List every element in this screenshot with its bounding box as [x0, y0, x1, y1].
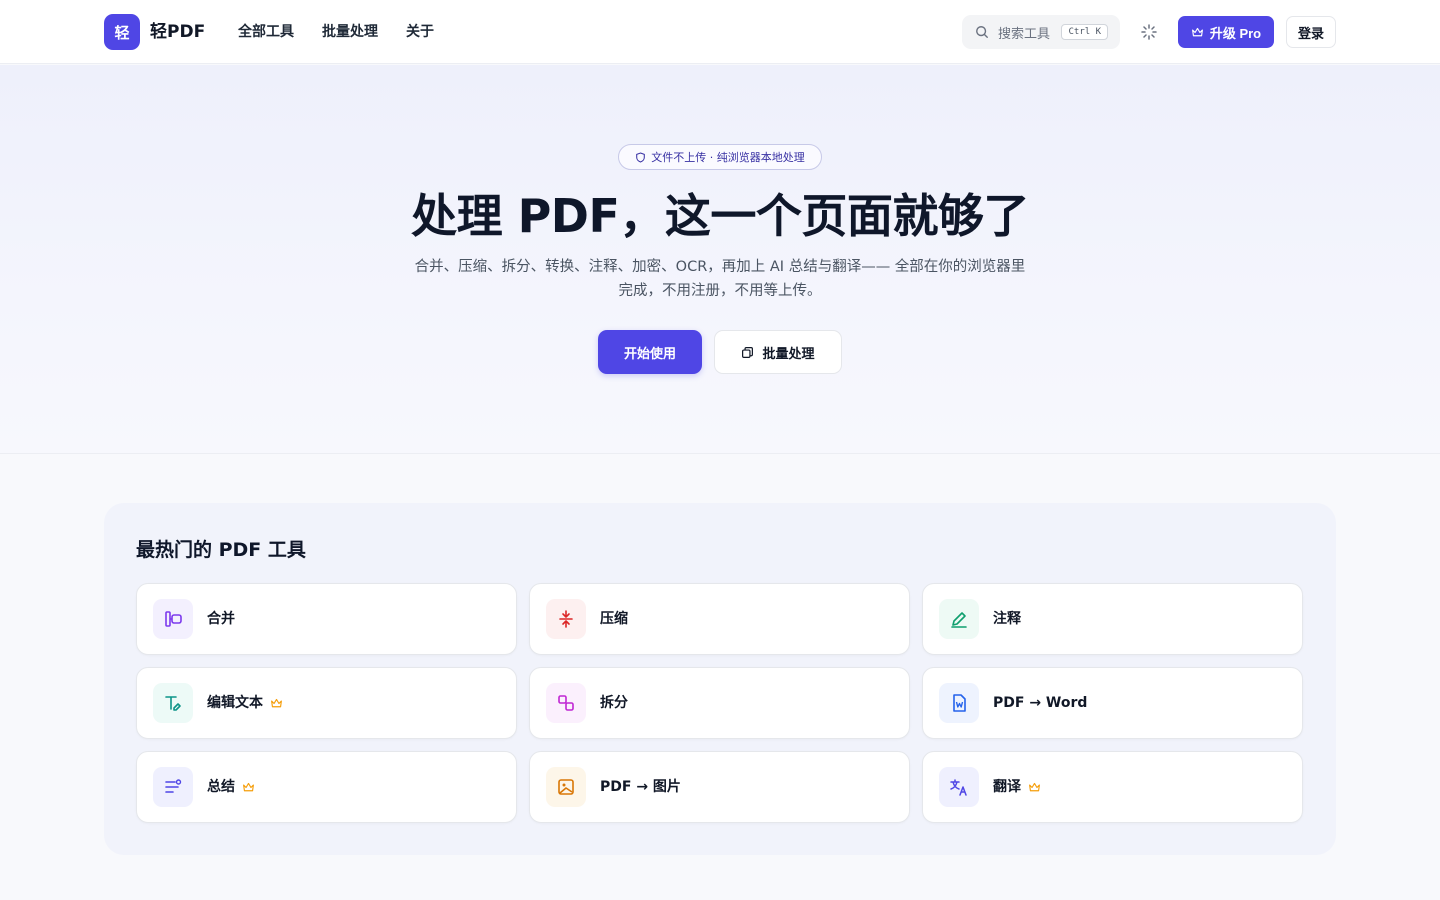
hero-subtitle: 合并、压缩、拆分、转换、注释、加密、OCR，再加上 AI 总结与翻译—— 全部在…: [380, 255, 1060, 303]
hero-subtitle-line2: 完成，不用注册，不用等上传。: [618, 283, 822, 299]
tool-card[interactable]: 编辑文本: [136, 667, 517, 739]
tool-label: 总结: [207, 779, 235, 795]
tool-label: 压缩: [600, 611, 628, 627]
tool-card[interactable]: 合并: [136, 583, 517, 655]
tool-label: 拆分: [600, 695, 628, 711]
tool-label: 编辑文本: [207, 695, 263, 711]
tool-icon-wrap: [546, 683, 586, 723]
tool-card[interactable]: PDF → 图片: [529, 751, 910, 823]
search-shortcut-hint: Ctrl K: [1061, 24, 1108, 40]
tool-label: 注释: [993, 611, 1021, 627]
nav-all-tools[interactable]: 全部工具: [238, 21, 294, 43]
pen-icon: [951, 612, 967, 628]
tools-grid: 合并 压缩 注释编辑文本 拆分 PDF → Word 总结 PDF → 图片 翻译: [136, 583, 1304, 823]
tool-label: 翻译: [993, 779, 1021, 795]
upgrade-pro-button[interactable]: 升级 Pro: [1178, 16, 1274, 48]
tool-label: PDF → 图片: [600, 779, 681, 795]
merge-icon: [165, 611, 182, 627]
shield-icon: [636, 151, 646, 163]
pro-crown-icon: [271, 698, 282, 707]
pro-crown-icon: [1029, 782, 1040, 791]
popular-tools-panel: 最热门的 PDF 工具 合并 压缩 注释编辑文本 拆分 PDF → Word 总结 PDF …: [104, 503, 1336, 855]
hero-subtitle-line1: 合并、压缩、拆分、转换、注释、加密、OCR，再加上 AI 总结与翻译—— 全部在…: [414, 259, 1026, 275]
loading-spinner-icon[interactable]: [1139, 22, 1159, 42]
translate-icon: [950, 779, 967, 796]
split-icon: [558, 695, 574, 711]
tool-card[interactable]: PDF → Word: [922, 667, 1303, 739]
tool-label: PDF → Word: [993, 695, 1088, 711]
tool-card[interactable]: 拆分: [529, 667, 910, 739]
pro-crown-icon: [243, 782, 254, 791]
hero-title: 处理 PDF，这一个页面就够了: [411, 189, 1029, 243]
nav-about[interactable]: 关于: [406, 21, 434, 43]
tool-icon-wrap: [546, 767, 586, 807]
search-placeholder: 搜索工具: [998, 26, 1051, 42]
start-button[interactable]: 开始使用: [598, 330, 702, 374]
hero-section: 文件不上传 · 纯浏览器本地处理 处理 PDF，这一个页面就够了 合并、压缩、拆…: [0, 65, 1440, 454]
login-button[interactable]: 登录: [1286, 16, 1336, 48]
tool-card[interactable]: 翻译: [922, 751, 1303, 823]
logo-mark[interactable]: 轻: [104, 14, 140, 50]
privacy-badge-text: 文件不上传 · 纯浏览器本地处理: [651, 151, 805, 164]
tool-icon-wrap: [546, 599, 586, 639]
top-header: 轻 轻PDF 全部工具 批量处理 关于 搜索工具 Ctrl K 升级 Pro 登…: [0, 0, 1440, 64]
nav-batch[interactable]: 批量处理: [322, 21, 378, 43]
compress-icon: [559, 610, 573, 628]
search-icon: [976, 26, 988, 38]
privacy-badge: 文件不上传 · 纯浏览器本地处理: [618, 144, 822, 170]
tool-icon-wrap: [153, 599, 193, 639]
tool-card[interactable]: 总结: [136, 751, 517, 823]
tool-icon-wrap: [939, 599, 979, 639]
copy-icon: [742, 346, 754, 358]
summary-icon: [165, 779, 182, 793]
tool-card[interactable]: 压缩: [529, 583, 910, 655]
batch-button[interactable]: 批量处理: [714, 330, 842, 374]
tool-icon-wrap: [939, 767, 979, 807]
logo-text[interactable]: 轻PDF: [150, 20, 205, 44]
tool-label: 合并: [207, 611, 235, 627]
image-icon: [558, 779, 574, 795]
batch-button-label: 批量处理: [762, 345, 815, 361]
edit-text-icon: [165, 696, 181, 711]
upgrade-pro-label: 升级 Pro: [1209, 25, 1262, 41]
tool-icon-wrap: [939, 683, 979, 723]
word-file-icon: [953, 694, 966, 712]
main-nav: 全部工具 批量处理 关于: [238, 21, 434, 43]
tool-card[interactable]: 注释: [922, 583, 1303, 655]
popular-tools-title: 最热门的 PDF 工具: [136, 539, 306, 561]
crown-icon: [1191, 27, 1203, 36]
search-box[interactable]: 搜索工具 Ctrl K: [962, 15, 1120, 49]
tool-icon-wrap: [153, 683, 193, 723]
tool-icon-wrap: [153, 767, 193, 807]
